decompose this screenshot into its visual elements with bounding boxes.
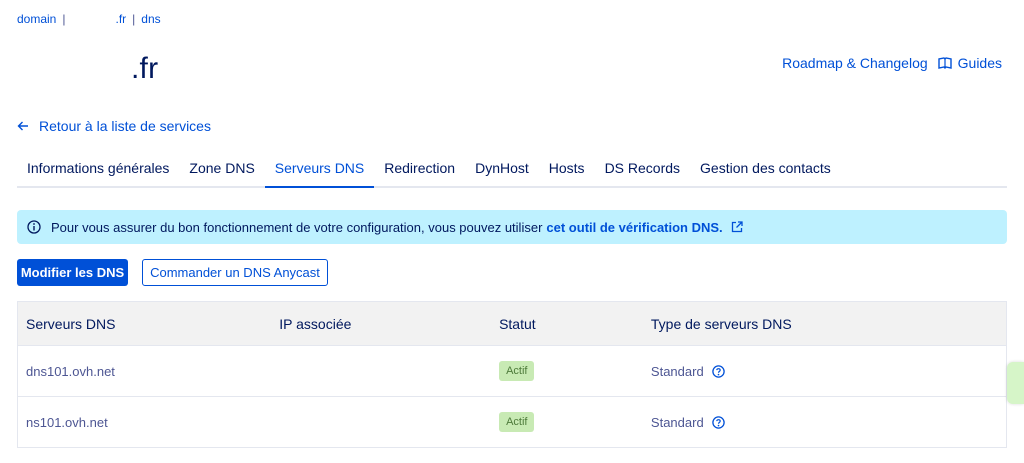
top-links: Roadmap & Changelog Guides — [782, 55, 1002, 71]
back-link-label: Retour à la liste de services — [39, 118, 211, 134]
roadmap-changelog-link[interactable]: Roadmap & Changelog — [782, 55, 928, 71]
breadcrumb-section: dns — [141, 12, 161, 26]
guides-label: Guides — [957, 55, 1002, 71]
tab-ds-records[interactable]: DS Records — [595, 150, 690, 188]
cell-server: dns101.ovh.net — [17, 345, 272, 397]
server-type-label: Standard — [650, 414, 704, 430]
table-row: ns101.ovh.net Actif Standard — [17, 396, 1007, 448]
breadcrumb-separator: | — [62, 12, 66, 26]
page-title: .fr — [131, 52, 159, 85]
dns-servers-table: Serveurs DNS IP associée Statut Type de … — [17, 301, 1007, 448]
breadcrumb: domain | .fr | dns — [17, 12, 161, 26]
status-badge: Actif — [499, 412, 535, 432]
tab-informations-generales[interactable]: Informations générales — [17, 150, 179, 188]
arrow-left-icon — [17, 121, 28, 131]
column-header-type: Type de serveurs DNS — [642, 301, 1007, 346]
help-icon[interactable] — [711, 364, 725, 378]
tab-redirection[interactable]: Redirection — [374, 150, 465, 188]
cell-ip — [271, 345, 492, 397]
breadcrumb-tld[interactable]: .fr — [115, 12, 126, 26]
book-icon — [937, 57, 952, 69]
tab-bar: Informations générales Zone DNS Serveurs… — [17, 150, 1007, 188]
dns-check-tool-link[interactable]: cet outil de vérification DNS. — [546, 220, 722, 235]
server-type-label: Standard — [650, 363, 704, 379]
tab-gestion-contacts[interactable]: Gestion des contacts — [690, 150, 841, 188]
cell-ip — [271, 396, 492, 448]
cell-status: Actif — [491, 396, 643, 448]
cell-server: ns101.ovh.net — [17, 396, 272, 448]
column-header-status: Statut — [491, 301, 643, 346]
roadmap-changelog-label: Roadmap & Changelog — [782, 55, 928, 71]
feedback-side-tab[interactable] — [1007, 362, 1024, 404]
back-to-services-link[interactable]: Retour à la liste de services — [17, 118, 211, 134]
cell-status: Actif — [491, 345, 643, 397]
info-icon — [27, 220, 41, 234]
tab-serveurs-dns[interactable]: Serveurs DNS — [264, 150, 375, 188]
info-banner: Pour vous assurer du bon fonctionnement … — [17, 210, 1007, 244]
external-link-icon[interactable] — [731, 221, 743, 233]
cell-type: Standard — [642, 345, 1007, 397]
table-row: dns101.ovh.net Actif Standard — [17, 345, 1007, 397]
breadcrumb-separator: | — [132, 12, 136, 26]
table-header-row: Serveurs DNS IP associée Statut Type de … — [17, 301, 1007, 346]
status-badge: Actif — [499, 361, 535, 381]
guides-link[interactable]: Guides — [937, 55, 1002, 71]
cell-type: Standard — [642, 396, 1007, 448]
help-icon[interactable] — [711, 415, 725, 429]
order-anycast-button[interactable]: Commander un DNS Anycast — [142, 259, 328, 286]
column-header-servers: Serveurs DNS — [17, 301, 272, 346]
tab-hosts[interactable]: Hosts — [539, 150, 595, 188]
tab-dynhost[interactable]: DynHost — [465, 150, 539, 188]
modify-dns-button[interactable]: Modifier les DNS — [17, 259, 128, 286]
breadcrumb-domain[interactable]: domain — [17, 12, 56, 26]
column-header-ip: IP associée — [271, 301, 492, 346]
tab-zone-dns[interactable]: Zone DNS — [179, 150, 264, 188]
info-banner-text: Pour vous assurer du bon fonctionnement … — [51, 219, 543, 235]
